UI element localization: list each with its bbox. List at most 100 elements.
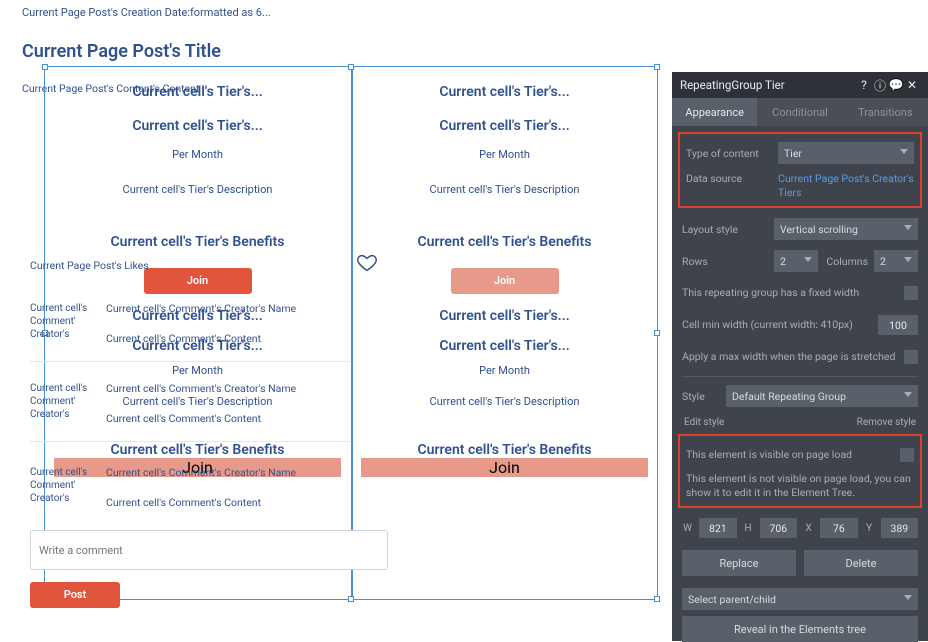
y-input[interactable]: 389 [881,518,918,538]
highlight-box: This element is visible on page load Thi… [678,434,922,508]
highlight-box: Type of content Tier Data source Current… [678,132,922,208]
help-icon[interactable]: ? [856,78,872,92]
comment-creator-name: Current cell's Comment's Creator's Name [106,302,296,315]
resize-handle[interactable] [654,596,660,602]
comment-row: Current cell's Comment' Creator's Curren… [30,296,350,362]
h-label: H [743,523,754,534]
tier-benefits: Current cell's Tier's Benefits [54,234,341,250]
cell-min-width-label: Cell min width (current width: 410px) [682,318,878,332]
comment-creator-short: Current cell's Comment' Creator's [30,302,90,341]
per-month-label: Per Month [54,148,341,161]
replace-button[interactable]: Replace [682,550,796,576]
panel-title: RepeatingGroup Tier [680,78,856,92]
cell-min-width-input[interactable]: 100 [878,315,918,335]
dropdown-value: 2 [780,255,786,268]
remove-style-link[interactable]: Remove style [857,417,916,428]
w-label: W [682,523,693,534]
visible-hint: This element is not visible on page load… [686,472,914,500]
type-of-content-label: Type of content [686,147,778,160]
tier-benefits: Current cell's Tier's Benefits [361,442,648,458]
edit-style-link[interactable]: Edit style [684,417,724,428]
tier-description: Current cell's Tier's Description [361,395,648,408]
type-of-content-dropdown[interactable]: Tier [778,142,914,164]
chevron-down-icon [904,392,912,397]
tier-cell[interactable]: Current cell's Tier's... Current cell's … [351,294,658,477]
columns-dropdown[interactable]: 2 [874,250,918,272]
comment-content: Current cell's Comment's Content [106,496,261,509]
comment-content: Current cell's Comment's Content [106,412,261,425]
comment-creator-name: Current cell's Comment's Creator's Name [106,466,296,479]
data-source-label: Data source [686,172,778,185]
heart-icon[interactable] [356,252,378,274]
join-button[interactable]: Join [144,268,252,294]
chevron-down-icon [904,595,912,600]
layout-style-dropdown[interactable]: Vertical scrolling [774,218,918,240]
y-label: Y [864,523,875,534]
tier-cell[interactable]: Current cell's Tier's... Current cell's … [351,66,658,294]
visible-checkbox[interactable] [900,448,914,462]
tier-name: Current cell's Tier's... [361,84,648,100]
dropdown-value: Tier [784,147,802,160]
comment-creator-short: Current cell's Comment' Creator's [30,466,90,505]
visible-on-load-label: This element is visible on page load [686,448,900,462]
tab-conditional[interactable]: Conditional [757,98,842,126]
post-button[interactable]: Post [30,582,120,608]
x-label: X [803,523,814,534]
dropdown-value: 2 [880,255,886,268]
max-width-checkbox[interactable] [904,350,918,364]
comment-input[interactable] [30,530,388,570]
close-icon[interactable]: ✕ [904,78,920,92]
likes-label: Current Page Post's Likes [30,259,149,272]
join-button[interactable]: Join [361,458,648,477]
dropdown-value: Default Repeating Group [732,390,846,403]
per-month-label: Per Month [361,148,648,161]
per-month-label: Per Month [361,364,648,377]
columns-label: Columns [818,255,874,268]
editor-canvas: Current Page Post's Creation Date:format… [0,0,672,641]
tier-benefits: Current cell's Tier's Benefits [361,234,648,250]
comment-content: Current cell's Comment's Content [106,332,261,345]
delete-button[interactable]: Delete [804,550,918,576]
max-width-label: Apply a max width when the page is stret… [682,350,904,364]
dimensions-row: W 821 H 706 X 76 Y 389 [672,512,928,544]
comment-creator-short: Current cell's Comment' Creator's [30,382,90,421]
fixed-width-label: This repeating group has a fixed width [682,286,904,300]
tier-description: Current cell's Tier's Description [54,183,341,196]
comment-creator-name: Current cell's Comment's Creator's Name [106,382,296,395]
property-panel: RepeatingGroup Tier ? ⓘ 💬 ✕ Appearance C… [672,72,928,641]
panel-tabs: Appearance Conditional Transitions [672,98,928,126]
rows-dropdown[interactable]: 2 [774,250,818,272]
comment-row: Current cell's Comment' Creator's Curren… [30,376,350,442]
w-input[interactable]: 821 [699,518,736,538]
select-parent-dropdown[interactable]: Select parent/child [682,588,918,610]
tier-name: Current cell's Tier's... [361,308,648,324]
tier-price: Current cell's Tier's... [54,118,341,134]
reveal-button[interactable]: Reveal in the Elements tree [682,616,918,642]
resize-handle[interactable] [348,596,354,602]
chevron-down-icon [904,225,912,230]
comment-row: Current cell's Comment' Creator's Curren… [30,460,350,514]
chevron-down-icon [900,149,908,154]
info-icon[interactable]: ⓘ [872,77,888,94]
join-button[interactable]: Join [451,268,559,294]
dropdown-value: Select parent/child [688,593,776,606]
page-title: Current Page Post's Title [0,19,672,72]
tier-description: Current cell's Tier's Description [361,183,648,196]
style-dropdown[interactable]: Default Repeating Group [726,385,918,407]
data-source-value[interactable]: Current Page Post's Creator's Tiers [778,172,914,200]
style-label: Style [682,390,726,403]
breadcrumb: Current Page Post's Creation Date:format… [0,0,672,19]
rows-label: Rows [682,255,774,268]
x-input[interactable]: 76 [820,518,857,538]
fixed-width-checkbox[interactable] [904,286,918,300]
comment-icon[interactable]: 💬 [888,78,904,92]
chevron-down-icon [904,257,912,262]
layout-style-label: Layout style [682,223,774,236]
tier-name: Current cell's Tier's... [54,84,341,100]
panel-header[interactable]: RepeatingGroup Tier ? ⓘ 💬 ✕ [672,72,928,98]
tier-benefits: Current cell's Tier's Benefits [54,442,341,458]
tab-appearance[interactable]: Appearance [672,98,757,126]
h-input[interactable]: 706 [760,518,797,538]
tab-transitions[interactable]: Transitions [843,98,928,126]
tier-price: Current cell's Tier's... [361,338,648,354]
